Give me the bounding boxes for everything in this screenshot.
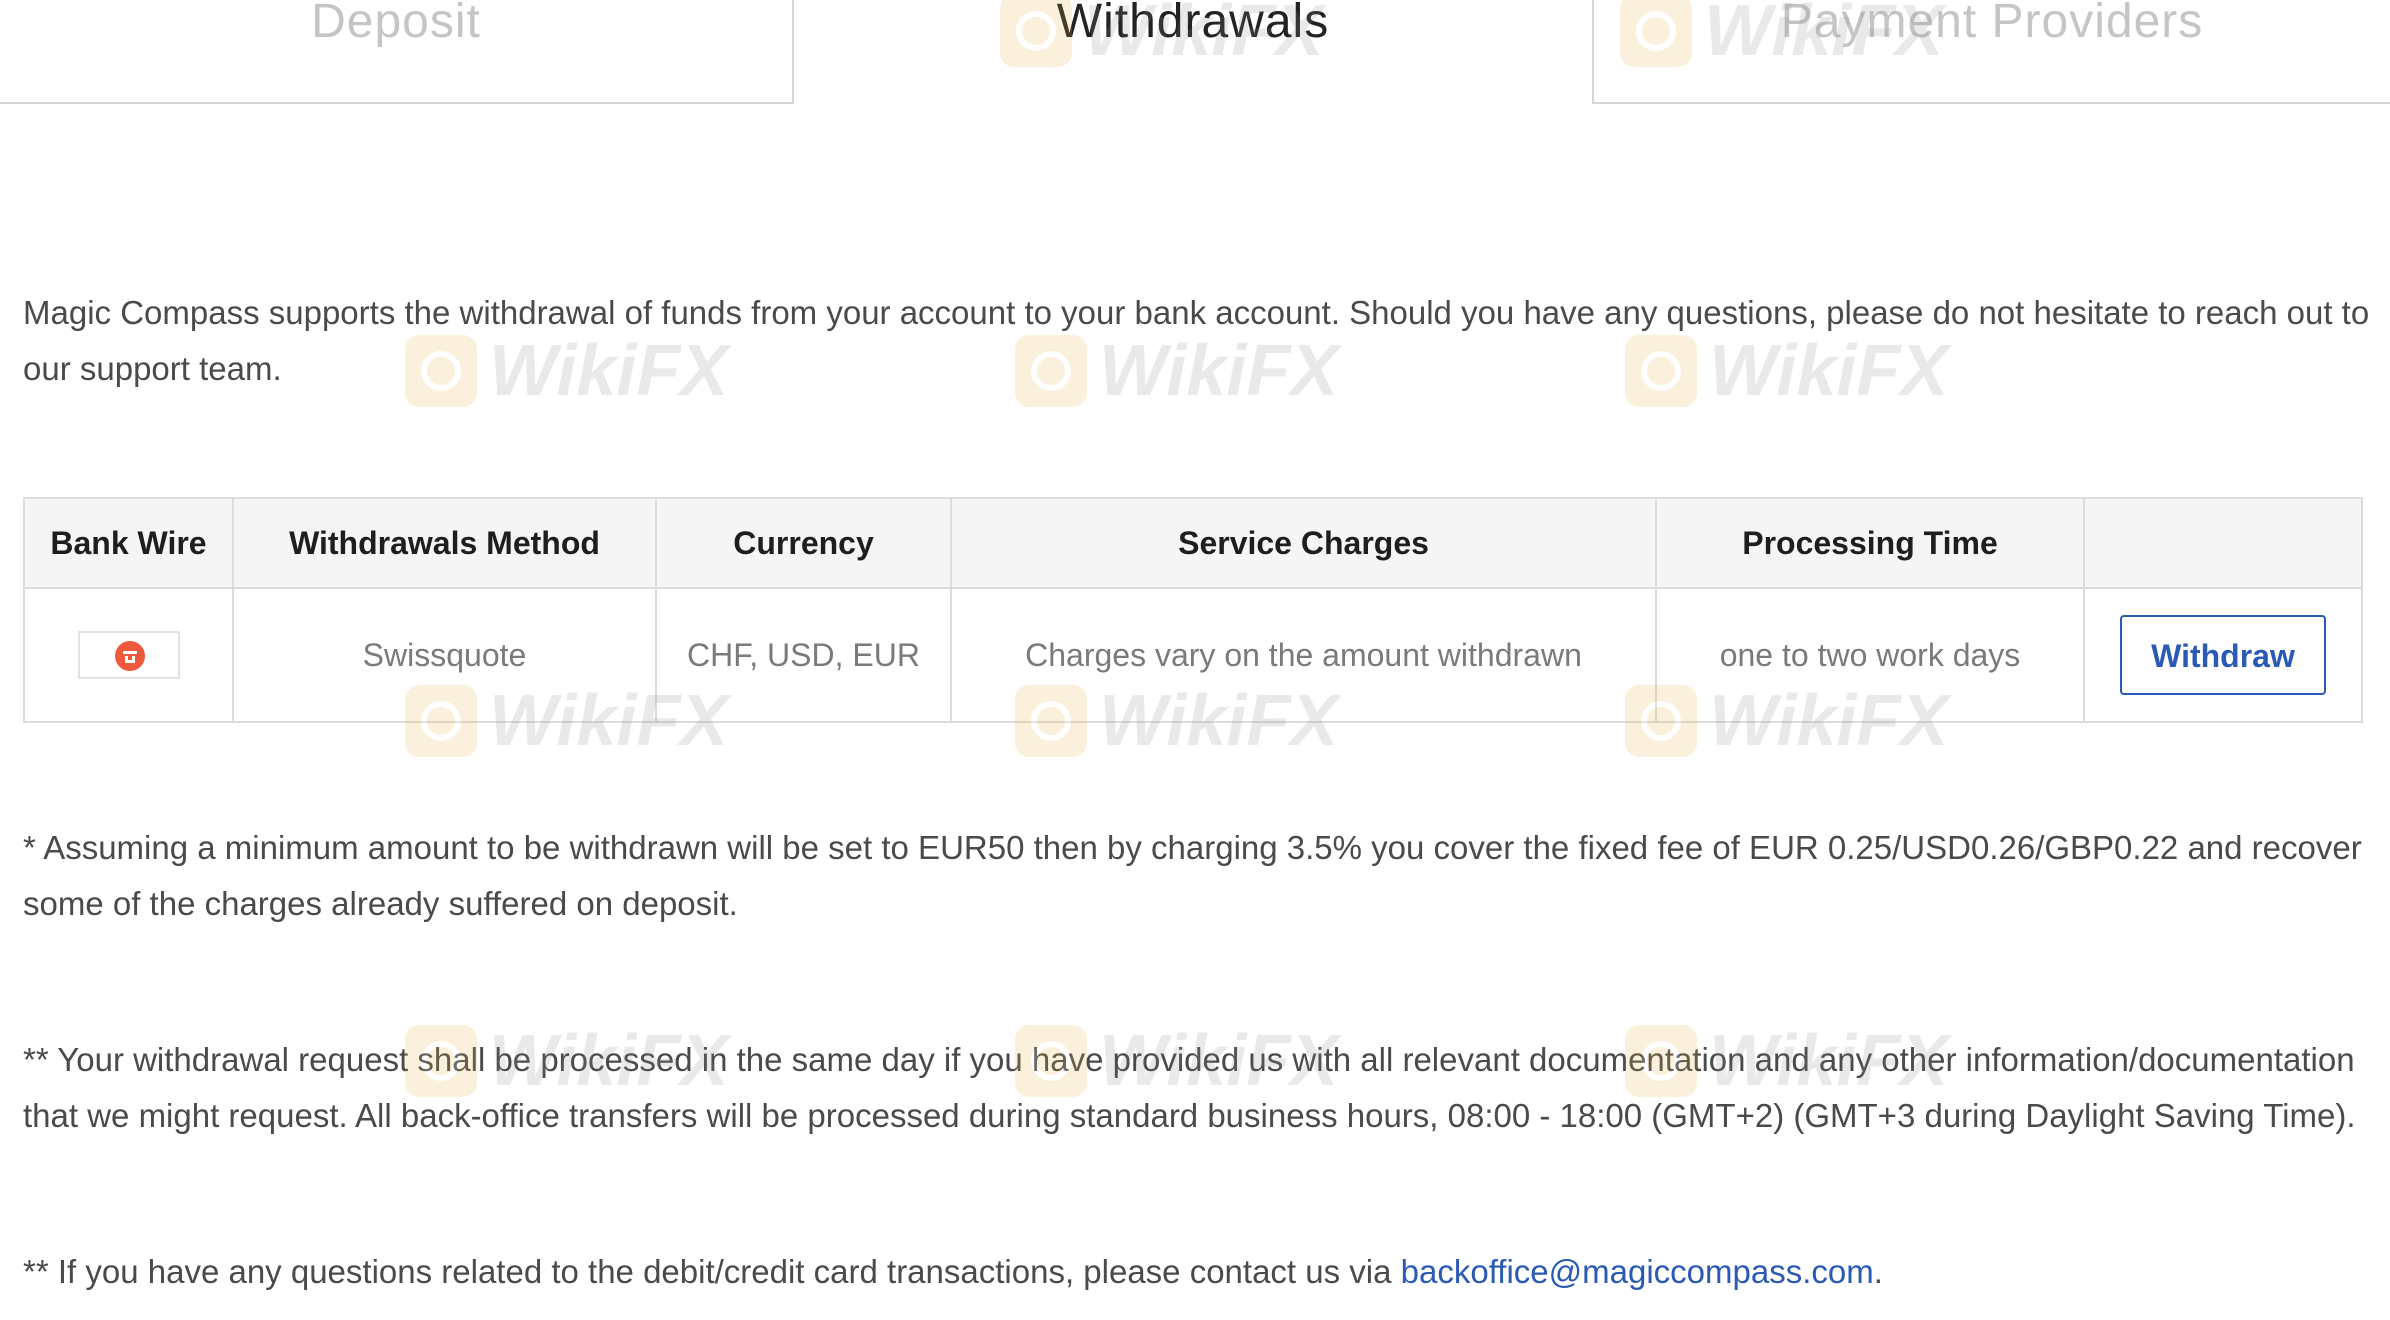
withdraw-button[interactable]: Withdraw — [2120, 615, 2326, 695]
note-processing-hours: ** Your withdrawal request shall be proc… — [23, 1041, 2356, 1134]
header-action — [2083, 497, 2363, 589]
header-processing-time: Processing Time — [1655, 497, 2085, 589]
bank-logo-cell — [23, 587, 234, 723]
backoffice-email-link[interactable]: backoffice@magiccompass.com — [1401, 1253, 1874, 1290]
tab-deposit[interactable]: Deposit — [0, 0, 794, 104]
service-charges-cell: Charges vary on the amount withdrawn — [950, 587, 1657, 723]
currency-cell: CHF, USD, EUR — [655, 587, 952, 723]
tab-bar: Deposit Withdrawals Payment Providers — [0, 0, 2390, 106]
tab-deposit-label: Deposit — [311, 0, 481, 48]
note-minimum-withdrawal: * Assuming a minimum amount to be withdr… — [23, 829, 2362, 922]
processing-time-cell: one to two work days — [1655, 587, 2085, 723]
method-cell: Swissquote — [232, 587, 657, 723]
note-contact: ** If you have any questions related to … — [23, 1244, 2373, 1300]
tab-payment-providers[interactable]: Payment Providers — [1592, 0, 2390, 104]
tab-withdrawals-label: Withdrawals — [1056, 0, 1330, 48]
header-currency: Currency — [655, 497, 952, 589]
swissquote-logo-icon — [77, 631, 180, 679]
table-row: Swissquote CHF, USD, EUR Charges vary on… — [23, 587, 2363, 723]
tab-payment-providers-label: Payment Providers — [1780, 0, 2204, 48]
intro-paragraph: Magic Compass supports the withdrawal of… — [23, 294, 2370, 387]
tab-withdrawals[interactable]: Withdrawals — [794, 0, 1592, 104]
note-contact-suffix: . — [1873, 1253, 1883, 1290]
header-bank-wire: Bank Wire — [23, 497, 234, 589]
action-cell: Withdraw — [2083, 587, 2363, 723]
note-contact-text: ** If you have any questions related to … — [23, 1253, 1401, 1290]
withdrawal-methods-table: Bank Wire Withdrawals Method Currency Se… — [23, 497, 2363, 723]
header-service-charges: Service Charges — [950, 497, 1657, 589]
header-withdrawals-method: Withdrawals Method — [232, 497, 657, 589]
table-header-row: Bank Wire Withdrawals Method Currency Se… — [23, 497, 2363, 589]
